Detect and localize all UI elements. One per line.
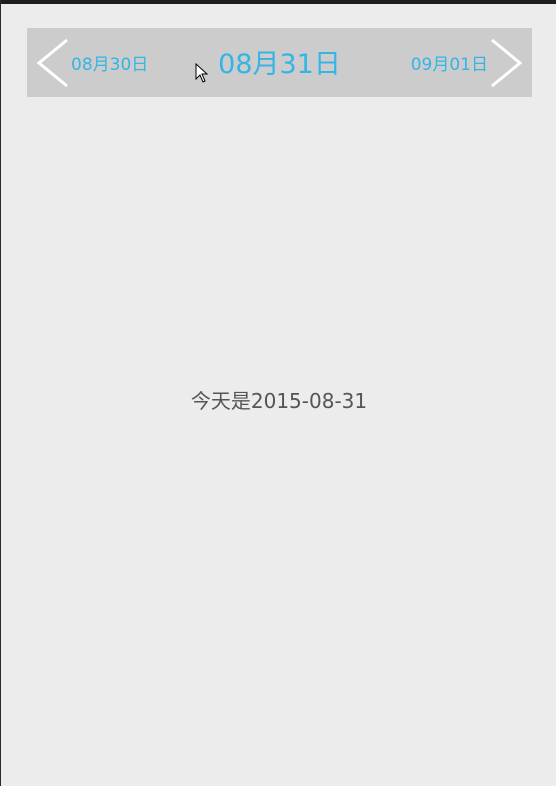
mouse-cursor-icon — [195, 62, 209, 83]
next-day-button[interactable]: 09月01日 — [411, 50, 488, 75]
today-date-text: 今天是2015-08-31 — [190, 389, 368, 413]
status-bar — [1, 0, 556, 4]
date-navigator: 08月30日 08月31日 09月01日 — [27, 28, 532, 97]
chevron-right-icon[interactable] — [490, 38, 524, 88]
app-screen: 08月30日 08月31日 09月01日 今天是2015-08-31 — [0, 0, 556, 786]
